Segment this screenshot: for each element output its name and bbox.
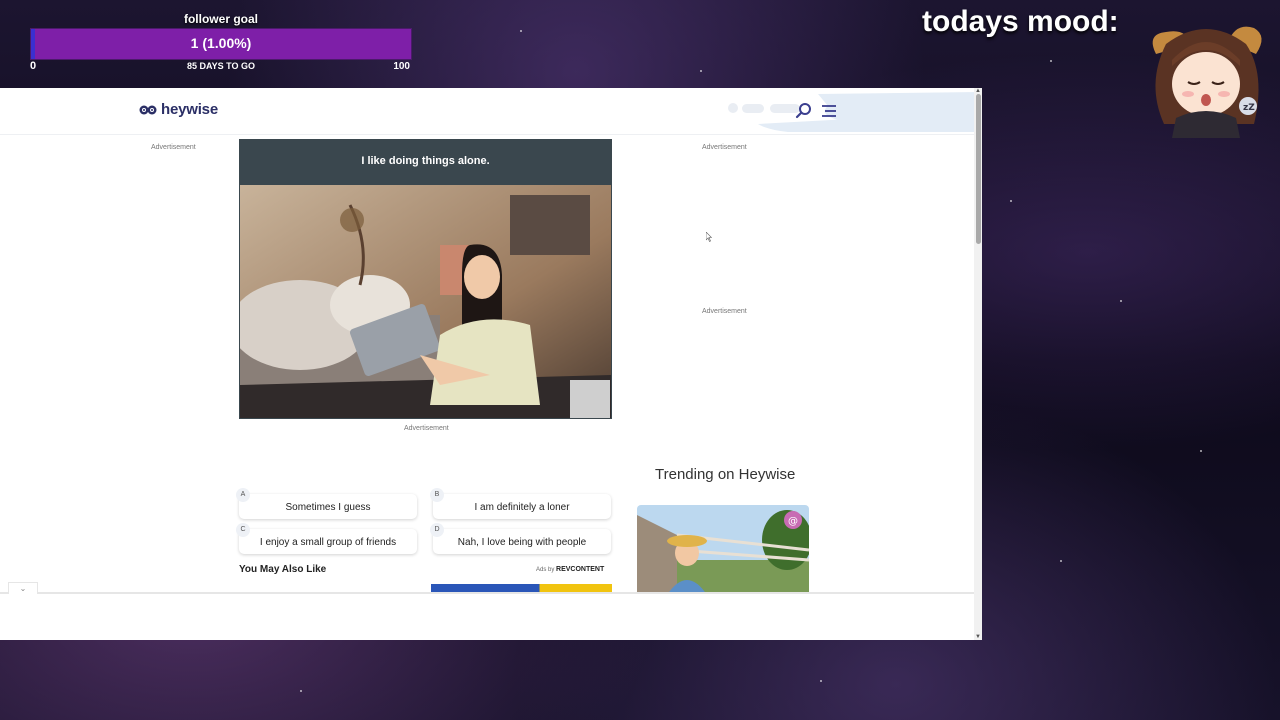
mouse-cursor-icon	[706, 232, 712, 242]
answer-option-c[interactable]: C I enjoy a small group of friends	[236, 523, 417, 554]
trending-article-thumbnail[interactable]: @	[637, 505, 809, 595]
answer-option-b[interactable]: B I am definitely a loner	[430, 488, 611, 519]
page-scrollbar[interactable]: ▲ ▼	[974, 88, 982, 640]
answer-letter-c: C	[236, 523, 250, 537]
advertisement-label-right-top: Advertisement	[702, 144, 747, 151]
answer-letter-a: A	[236, 488, 250, 502]
header-cloud-decoration	[728, 92, 978, 132]
advertisement-label-left: Advertisement	[151, 144, 196, 151]
answer-option-d[interactable]: D Nah, I love being with people	[430, 523, 611, 554]
answer-text-c: I enjoy a small group of friends	[259, 537, 397, 548]
svg-text:@: @	[788, 516, 798, 527]
mood-avatar-image: zZ	[1152, 26, 1262, 138]
advertisement-label-right-middle: Advertisement	[702, 308, 747, 315]
question-photo-image	[240, 185, 611, 418]
question-text: I like doing things alone.	[361, 155, 490, 167]
advertisement-label-center: Advertisement	[404, 425, 449, 432]
question-card: I like doing things alone.	[239, 139, 612, 419]
scroll-down-icon[interactable]: ▼	[975, 634, 981, 640]
you-may-also-like-title: You May Also Like	[239, 564, 327, 575]
answer-text-a: Sometimes I guess	[285, 502, 371, 513]
ads-by-label[interactable]: Ads by REVCONTENT	[536, 566, 604, 573]
answer-option-a[interactable]: A Sometimes I guess	[236, 488, 417, 519]
follower-goal-bar: 1 (1.00%)	[30, 28, 412, 60]
trending-title: Trending on Heywise	[655, 466, 796, 483]
bottom-sticky-bar: ⌄	[0, 582, 976, 640]
answer-letter-b: B	[430, 488, 444, 502]
follower-goal-days-left: 85 DAYS TO GO	[186, 61, 256, 71]
chevron-down-icon[interactable]: ⌄	[8, 582, 38, 594]
site-logo[interactable]: heywise	[139, 101, 218, 118]
answer-letter-d: D	[430, 523, 444, 537]
ads-provider-name: REVCONTENT	[556, 566, 605, 573]
menu-icon[interactable]	[820, 102, 838, 120]
mood-title: todays mood:	[922, 5, 1119, 38]
owl-logo-icon	[139, 105, 157, 114]
follower-goal-max: 100	[393, 61, 410, 72]
scrollbar-thumb[interactable]	[976, 94, 981, 244]
ads-by-text: Ads by	[536, 567, 555, 573]
search-icon[interactable]	[795, 102, 813, 120]
answer-text-b: I am definitely a loner	[474, 502, 570, 513]
site-header: heywise	[0, 88, 978, 135]
site-logo-text: heywise	[161, 101, 218, 118]
svg-text:zZ: zZ	[1243, 103, 1255, 113]
browser-window: heywise Advertisement Advertisement Adve…	[0, 88, 982, 640]
follower-goal-widget: follower goal 1 (1.00%) 0 85 DAYS TO GO …	[30, 10, 412, 74]
follower-goal-value: 1 (1.00%)	[190, 35, 252, 51]
answer-text-d: Nah, I love being with people	[457, 537, 587, 548]
follower-goal-title: follower goal	[183, 12, 258, 26]
